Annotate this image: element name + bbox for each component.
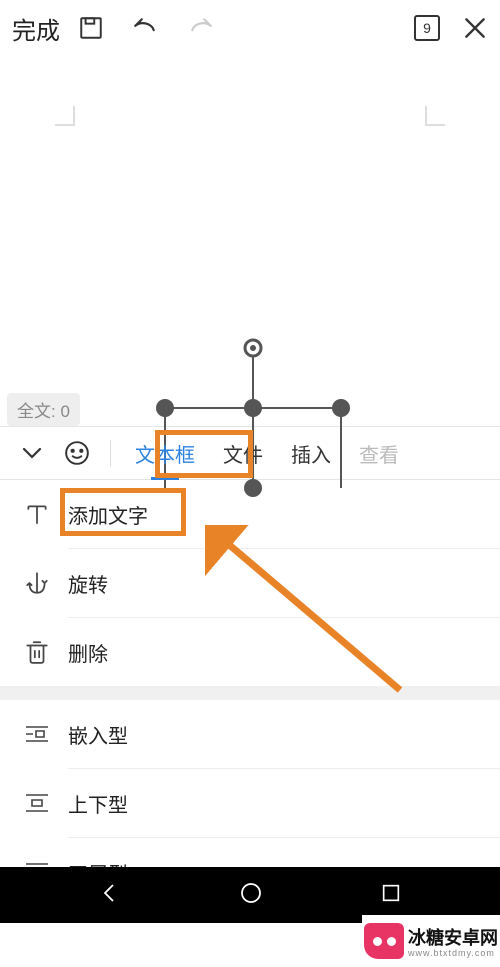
nav-recent-icon[interactable] xyxy=(380,882,402,909)
section-divider xyxy=(0,686,500,700)
menu-label: 上下型 xyxy=(68,789,128,818)
word-count-badge[interactable]: 全文: 0 xyxy=(7,393,80,426)
top-toolbar: 完成 9 xyxy=(0,0,500,56)
page-margin-marker xyxy=(55,106,75,126)
wrap-topbottom-icon xyxy=(24,792,68,814)
watermark-url: www.btxtdmy.com xyxy=(408,948,498,958)
watermark: 冰糖安卓网 www.btxtdmy.com xyxy=(362,915,500,967)
rotate-icon xyxy=(24,570,68,596)
done-button[interactable]: 完成 xyxy=(12,11,60,46)
page-count-button[interactable]: 9 xyxy=(414,15,440,41)
menu-label: 嵌入型 xyxy=(68,720,128,749)
collapse-panel-icon[interactable] xyxy=(20,441,44,465)
close-icon[interactable] xyxy=(462,15,488,41)
menu-item-rotate[interactable]: 旋转 xyxy=(0,549,500,617)
undo-icon[interactable] xyxy=(130,15,160,41)
tab-insert[interactable]: 插入 xyxy=(287,439,335,468)
selected-textbox-shape[interactable] xyxy=(153,338,353,498)
tab-file[interactable]: 文件 xyxy=(219,439,267,468)
tab-view[interactable]: 查看 xyxy=(355,439,403,468)
text-icon xyxy=(24,501,68,527)
tab-textbox[interactable]: 文本框 xyxy=(131,439,199,468)
document-canvas[interactable]: 全文: 0 xyxy=(0,56,500,426)
menu-label: 添加文字 xyxy=(68,500,148,529)
watermark-title: 冰糖安卓网 xyxy=(408,924,498,950)
nav-back-icon[interactable] xyxy=(98,881,122,910)
menu-item-embed[interactable]: 嵌入型 xyxy=(0,700,500,768)
menu-item-topbottom[interactable]: 上下型 xyxy=(0,769,500,837)
menu-label: 删除 xyxy=(68,638,108,667)
page-margin-marker xyxy=(425,106,445,126)
wrap-inline-icon xyxy=(24,723,68,745)
menu-list: 添加文字 旋转 删除 xyxy=(0,480,500,686)
menu-item-delete[interactable]: 删除 xyxy=(0,618,500,686)
redo-icon xyxy=(186,15,216,41)
save-icon[interactable] xyxy=(78,15,104,41)
trash-icon xyxy=(24,639,68,665)
watermark-logo-icon xyxy=(364,923,404,959)
nav-home-icon[interactable] xyxy=(239,881,263,910)
menu-label: 旋转 xyxy=(68,569,108,598)
voice-assistant-icon[interactable] xyxy=(64,440,90,466)
